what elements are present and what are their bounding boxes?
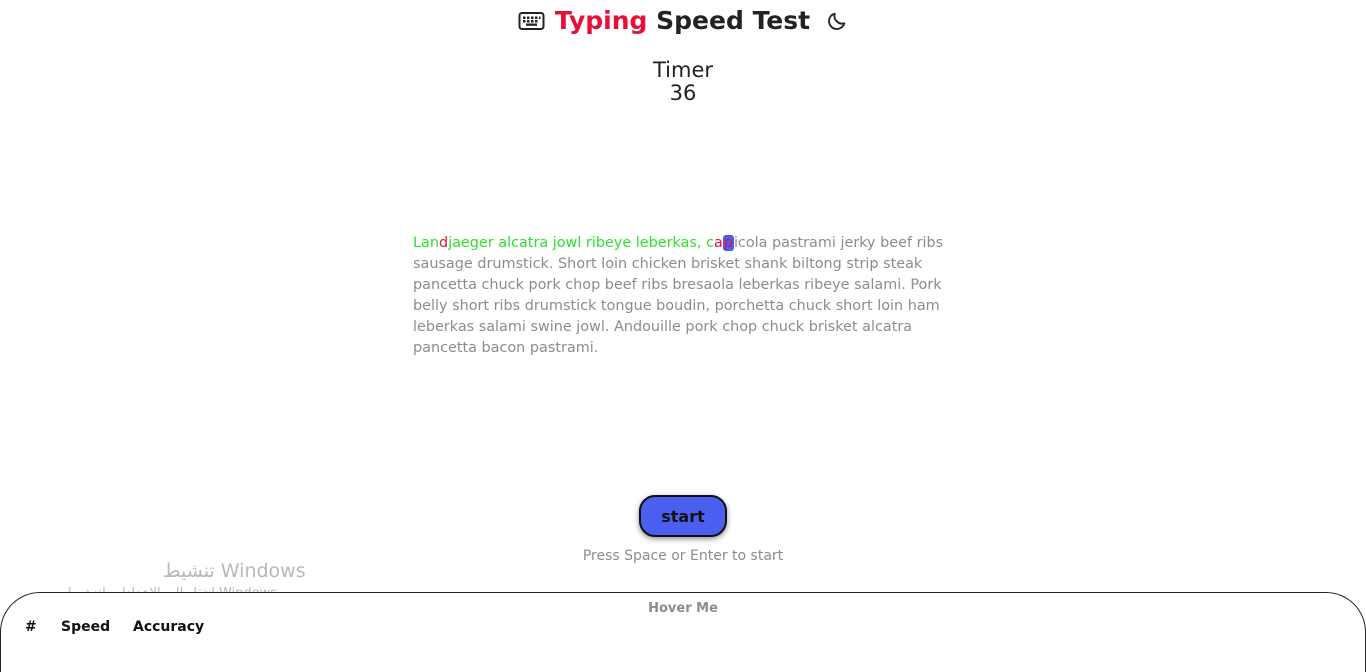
remaining-text: icola pastrami jerky beef ribs sausage d… <box>413 235 944 356</box>
keyboard-icon <box>518 11 545 31</box>
hover-me-label: Hover Me <box>648 601 718 616</box>
title-accent: Typing <box>554 6 648 35</box>
typed-error-char: d <box>438 235 449 251</box>
history-table-header: # Speed Accuracy <box>25 619 204 635</box>
typing-passage[interactable]: Landjaeger alcatra jowl ribeye leberkas,… <box>413 233 948 359</box>
moon-icon[interactable] <box>826 10 848 32</box>
activation-watermark-title: تنشيط Windows <box>163 560 306 582</box>
typed-error-char: a <box>713 235 723 251</box>
timer-value: 36 <box>669 81 697 105</box>
current-char-cursor: p <box>722 235 734 251</box>
typed-correct-text: jaeger alcatra jowl ribeye leberkas, c <box>448 235 714 251</box>
title-rest: Speed Test <box>647 6 811 35</box>
start-button[interactable]: start <box>639 495 727 537</box>
app-header: Typing Speed Test <box>0 6 1366 35</box>
column-header-accuracy: Accuracy <box>133 619 205 635</box>
column-header-speed: Speed <box>61 619 111 635</box>
typed-correct-text: Lan <box>413 235 439 251</box>
history-panel[interactable]: Hover Me # Speed Accuracy <box>0 592 1366 672</box>
app-title: Typing Speed Test <box>555 6 810 35</box>
timer-label: Timer <box>652 58 714 82</box>
column-header-index: # <box>25 619 37 635</box>
